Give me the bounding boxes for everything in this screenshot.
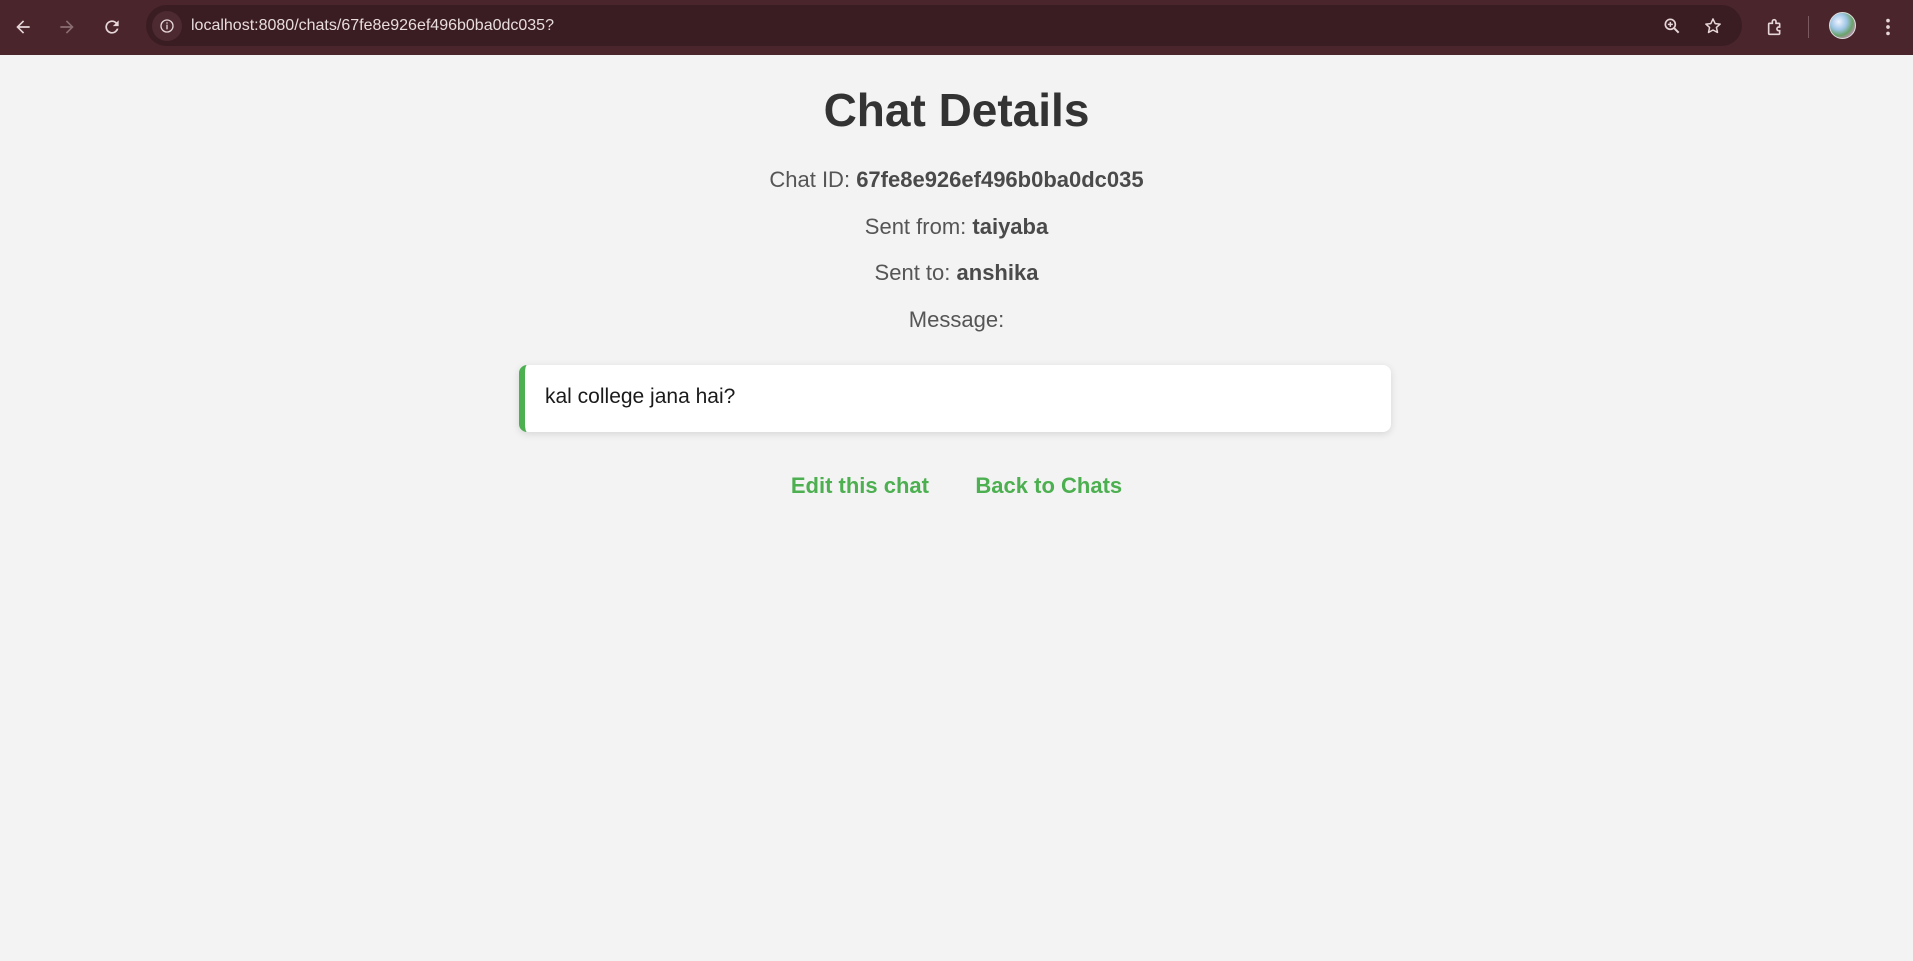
- browser-toolbar: localhost:8080/chats/67fe8e926ef496b0ba0…: [0, 0, 1913, 55]
- toolbar-divider: [1808, 16, 1809, 38]
- browser-menu-button[interactable]: [1873, 12, 1903, 42]
- back-button[interactable]: [8, 12, 38, 42]
- url-text[interactable]: localhost:8080/chats/67fe8e926ef496b0ba0…: [191, 17, 554, 35]
- chat-id-line: Chat ID: 67fe8e926ef496b0ba0dc035: [0, 167, 1913, 193]
- sender-line: Sent from: taiyaba: [0, 214, 1913, 240]
- back-to-chats-link[interactable]: Back to Chats: [975, 473, 1122, 499]
- chat-id-label: Chat ID:: [769, 167, 851, 192]
- page-content: Chat Details Chat ID: 67fe8e926ef496b0ba…: [0, 55, 1913, 961]
- message-label: Message:: [908, 307, 1005, 332]
- recipient-value: anshika: [956, 260, 1039, 285]
- reload-icon: [105, 20, 119, 34]
- address-bar[interactable]: localhost:8080/chats/67fe8e926ef496b0ba0…: [146, 5, 1742, 46]
- recipient-label: Sent to:: [874, 260, 951, 285]
- edit-chat-link[interactable]: Edit this chat: [791, 473, 929, 499]
- chat-actions: Edit this chat Back to Chats: [0, 473, 1913, 499]
- menu-dots-icon: [1886, 18, 1890, 36]
- sender-value: taiyaba: [972, 214, 1049, 239]
- zoom-icon: [1664, 18, 1680, 34]
- info-icon: [160, 19, 174, 33]
- page-title: Chat Details: [823, 84, 1090, 136]
- bookmark-button[interactable]: [1701, 14, 1725, 38]
- star-icon: [1705, 18, 1721, 34]
- sender-label: Sent from:: [864, 214, 967, 239]
- extensions-icon: [1767, 18, 1781, 36]
- profile-avatar[interactable]: [1829, 12, 1856, 39]
- chat-id-value: 67fe8e926ef496b0ba0dc035: [856, 167, 1144, 192]
- extensions-button[interactable]: [1761, 12, 1791, 42]
- site-info-button[interactable]: [152, 11, 182, 41]
- forward-button[interactable]: [52, 12, 82, 42]
- message-label-line: Message:: [0, 307, 1913, 333]
- message-card: kal college jana hai?: [519, 365, 1391, 432]
- back-arrow-icon: [16, 20, 30, 34]
- zoom-button[interactable]: [1660, 14, 1684, 38]
- forward-arrow-icon: [60, 20, 74, 34]
- recipient-line: Sent to: anshika: [0, 260, 1913, 286]
- reload-button[interactable]: [97, 12, 127, 42]
- message-text: kal college jana hai?: [545, 385, 736, 408]
